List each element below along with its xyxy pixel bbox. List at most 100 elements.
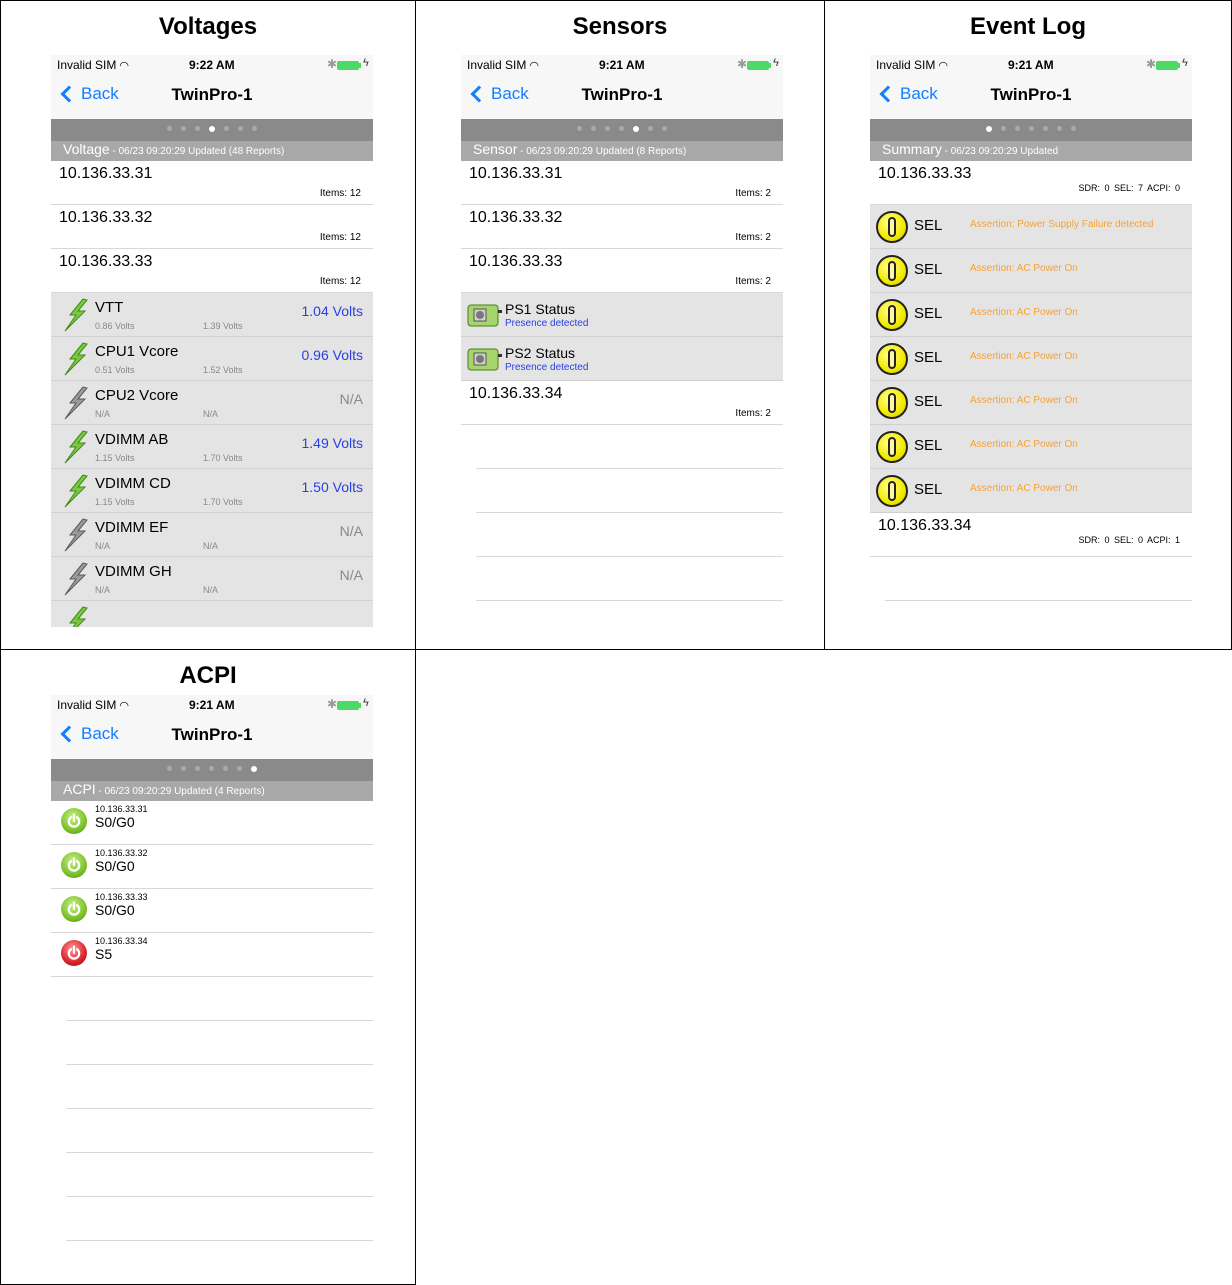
page-dot[interactable] (648, 126, 653, 131)
event-row[interactable]: SEL Assertion: AC Power On (870, 337, 1192, 381)
event-row[interactable]: SEL Assertion: AC Power On (870, 425, 1192, 469)
voltage-row[interactable]: CPU1 Vcore 0.51 Volts 1.52 Volts 0.96 Volts (51, 337, 373, 381)
voltage-row[interactable] (51, 601, 373, 627)
section-title: Voltage (63, 141, 110, 157)
page-dot[interactable] (181, 766, 186, 771)
voltage-name: VTT (95, 299, 124, 316)
page-dot[interactable] (223, 766, 228, 771)
page-dot[interactable] (605, 126, 610, 131)
page-dot[interactable] (209, 766, 214, 771)
page-dot[interactable] (591, 126, 596, 131)
host-row[interactable]: 10.136.33.31 Items: 2 (461, 161, 783, 205)
acpi-row[interactable]: 10.136.33.33 S0/G0 (51, 889, 373, 933)
charging-icon: ϟ (363, 697, 369, 709)
page-dot[interactable] (1071, 126, 1076, 131)
battery-tip (1178, 63, 1180, 68)
host-row[interactable]: 10.136.33.32 Items: 12 (51, 205, 373, 249)
battery-icon (337, 61, 359, 70)
status-bar: Invalid SIM ◠ 9:21 AM ✱ ϟ (51, 695, 373, 715)
acpi-state: S5 (95, 946, 113, 962)
bluetooth-icon: ✱ (1146, 57, 1157, 71)
voltage-name: VDIMM EF (95, 519, 169, 536)
empty-row (66, 977, 373, 1021)
warning-icon (876, 299, 908, 331)
voltage-name: CPU2 Vcore (95, 387, 179, 404)
carrier-label: Invalid SIM ◠ (467, 58, 539, 72)
voltage-row[interactable]: VDIMM CD 1.15 Volts 1.70 Volts 1.50 Volts (51, 469, 373, 513)
cell-title: Event Log (969, 13, 1086, 40)
acpi-row[interactable]: 10.136.33.32 S0/G0 (51, 845, 373, 889)
page-dot[interactable] (181, 126, 186, 131)
event-row[interactable]: SEL Assertion: AC Power On (870, 469, 1192, 513)
page-dot[interactable] (1043, 126, 1048, 131)
page-dot[interactable] (195, 126, 200, 131)
event-row[interactable]: SEL Assertion: AC Power On (870, 381, 1192, 425)
voltage-row[interactable]: VDIMM EF N/A N/A N/A (51, 513, 373, 557)
page-indicator-bar (870, 119, 1192, 141)
event-row[interactable]: SEL Assertion: AC Power On (870, 249, 1192, 293)
host-row[interactable]: 10.136.33.33 Items: 12 (51, 249, 373, 293)
voltage-low: 1.15 Volts (95, 453, 135, 463)
voltage-row[interactable]: CPU2 Vcore N/A N/A N/A (51, 381, 373, 425)
empty-row (476, 425, 783, 469)
page-dot[interactable] (1029, 126, 1034, 131)
wifi-icon: ◠ (119, 60, 129, 72)
page-dot[interactable] (209, 125, 215, 132)
event-row[interactable]: SEL Assertion: AC Power On (870, 293, 1192, 337)
event-row[interactable]: SEL Assertion: Power Supply Failure detec… (870, 205, 1192, 249)
empty-row (476, 557, 783, 601)
status-bar: Invalid SIM ◠ 9:21 AM ✱ ϟ (461, 55, 783, 75)
host-row[interactable]: 10.136.33.34 Items: 2 (461, 381, 783, 425)
empty-row (476, 513, 783, 557)
section-subtitle: - 06/23 09:20:29 Updated (4 Reports) (95, 786, 265, 797)
voltage-row[interactable]: VDIMM AB 1.15 Volts 1.70 Volts 1.49 Volts (51, 425, 373, 469)
voltage-row[interactable]: VDIMM GH N/A N/A N/A (51, 557, 373, 601)
sensor-row[interactable]: PS2 Status Presence detected (461, 337, 783, 381)
acpi-host-ip: 10.136.33.34 (95, 936, 148, 946)
voltage-row[interactable]: VTT 0.86 Volts 1.39 Volts 1.04 Volts (51, 293, 373, 337)
voltage-low: N/A (95, 541, 111, 551)
page-dot[interactable] (224, 126, 229, 131)
page-dot[interactable] (986, 125, 992, 132)
event-type: SEL (914, 217, 943, 234)
event-message: Assertion: AC Power On (970, 439, 1078, 450)
page-dot[interactable] (167, 126, 172, 131)
carrier-label: Invalid SIM ◠ (876, 58, 948, 72)
voltage-value: 1.50 Volts (301, 479, 364, 495)
host-ip: 10.136.33.33 (878, 165, 972, 182)
page-dot[interactable] (167, 766, 172, 771)
acpi-row[interactable]: 10.136.33.34 S5 (51, 933, 373, 977)
voltage-icon (61, 606, 89, 627)
host-ip: 10.136.33.33 (59, 253, 153, 270)
page-dot[interactable] (238, 126, 243, 131)
page-dot[interactable] (577, 126, 582, 131)
page-dot[interactable] (237, 766, 242, 771)
exclamation-mark (888, 261, 896, 281)
page-dot[interactable] (252, 126, 257, 131)
page-dot[interactable] (662, 126, 667, 131)
page-dot[interactable] (619, 126, 624, 131)
cell-empty (415, 649, 1232, 1285)
host-row[interactable]: 10.136.33.33 Items: 2 (461, 249, 783, 293)
host-row[interactable]: 10.136.33.34 SDR: 0 SEL: 0 ACPI: 1 (870, 513, 1192, 557)
status-time: 9:21 AM (1008, 58, 1054, 72)
host-row[interactable]: 10.136.33.31 Items: 12 (51, 161, 373, 205)
page-dot[interactable] (633, 125, 639, 132)
page-dots (870, 125, 1192, 132)
charging-icon: ϟ (1182, 57, 1188, 69)
section-header: Summary - 06/23 09:20:29 Updated (870, 141, 1192, 161)
sensor-row[interactable]: PS1 Status Presence detected (461, 293, 783, 337)
page-dot[interactable] (251, 765, 257, 772)
section-subtitle: - 06/23 09:20:29 Updated (48 Reports) (109, 146, 285, 157)
page-dot[interactable] (195, 766, 200, 771)
power-supply-icon (467, 303, 503, 327)
battery-icon (337, 701, 359, 710)
page-dot[interactable] (1001, 126, 1006, 131)
page-dot[interactable] (1057, 126, 1062, 131)
host-row[interactable]: 10.136.33.33 SDR: 0 SEL: 7 ACPI: 0 (870, 161, 1192, 205)
acpi-row[interactable]: 10.136.33.31 S0/G0 (51, 801, 373, 845)
event-message: Assertion: AC Power On (970, 483, 1078, 494)
host-row[interactable]: 10.136.33.32 Items: 2 (461, 205, 783, 249)
event-message: Assertion: AC Power On (970, 351, 1078, 362)
page-dot[interactable] (1015, 126, 1020, 131)
